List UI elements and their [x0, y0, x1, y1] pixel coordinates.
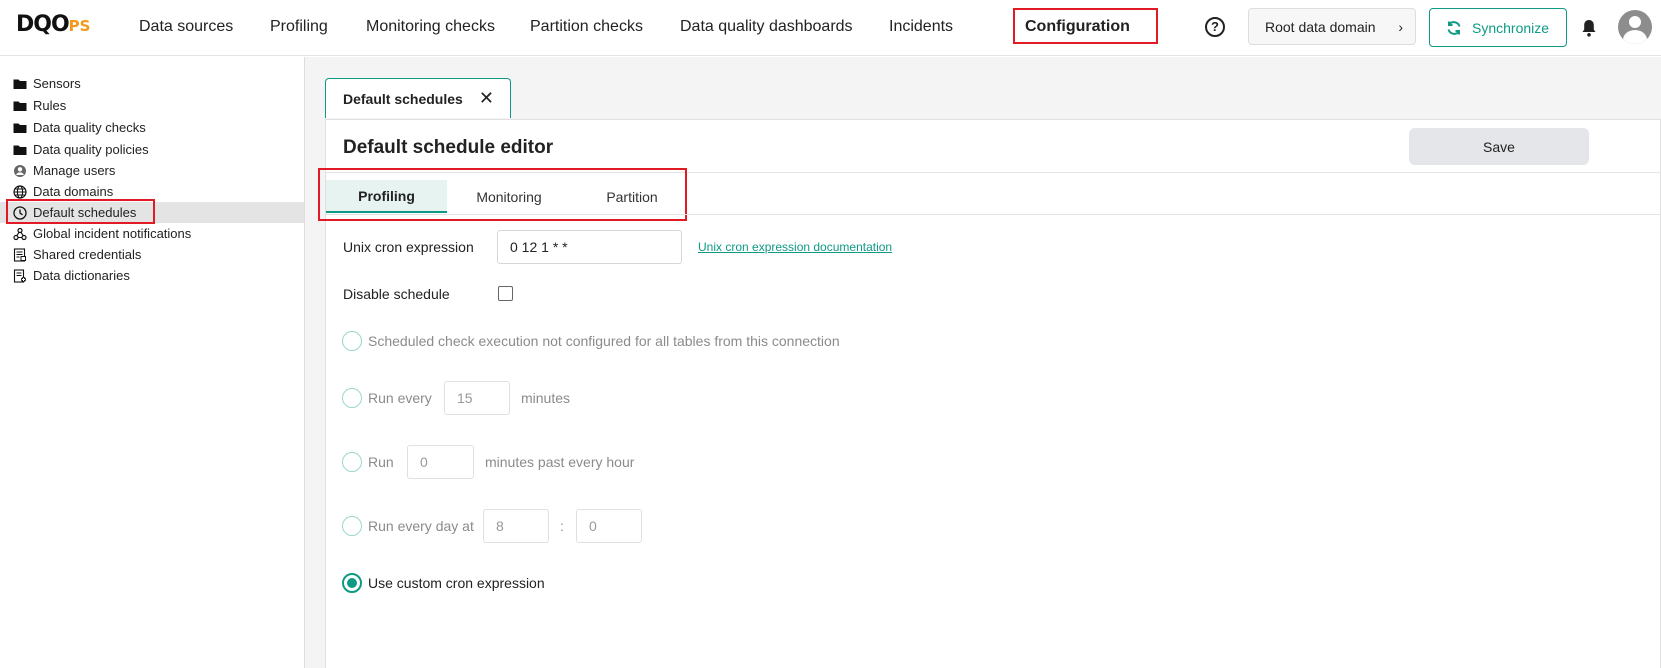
page-title: Default schedule editor: [343, 137, 554, 158]
nav-monitoring-checks[interactable]: Monitoring checks: [360, 8, 495, 46]
bell-icon[interactable]: [1581, 18, 1597, 38]
not-configured-label: Scheduled check execution not configured…: [368, 333, 840, 349]
sidebar-item-label: Default schedules: [33, 205, 137, 220]
sidebar-item-data-domains[interactable]: Data domains: [0, 181, 304, 202]
divider: [326, 172, 1661, 173]
domain-label: Root data domain: [1265, 18, 1376, 35]
help-icon[interactable]: ?: [1205, 17, 1225, 37]
sidebar-item-global-incident-notifications[interactable]: Global incident notifications: [0, 223, 304, 244]
sidebar-item-label: Data quality checks: [33, 120, 146, 135]
avatar[interactable]: [1618, 10, 1652, 44]
folder-icon: [13, 101, 27, 111]
dqops-logo[interactable]: DQOPS: [16, 12, 90, 42]
folder-icon: [13, 79, 27, 89]
nav-label: Data quality dashboards: [680, 18, 853, 35]
subtab-monitoring[interactable]: Monitoring: [447, 180, 571, 213]
nav-partition-checks[interactable]: Partition checks: [524, 8, 643, 46]
schedule-editor-panel: Default schedule editor Save Profiling M…: [318, 119, 1661, 668]
run-every-minutes-input[interactable]: 15: [444, 381, 510, 415]
sidebar-item-data-quality-checks[interactable]: Data quality checks: [0, 117, 304, 138]
save-button[interactable]: Save: [1409, 128, 1589, 165]
custom-cron-label: Use custom cron expression: [368, 575, 545, 591]
daily-minute-input[interactable]: 0: [576, 509, 642, 543]
run-every-label: Run every: [368, 390, 432, 406]
cron-documentation-link[interactable]: Unix cron expression documentation: [698, 240, 892, 254]
nav-label: Partition checks: [530, 18, 643, 35]
minutes-past-label: minutes past every hour: [485, 454, 635, 470]
run-every-day-label: Run every day at: [368, 518, 474, 534]
close-icon[interactable]: ✕: [479, 88, 494, 109]
tab-label: Default schedules: [343, 90, 463, 107]
sidebar-item-label: Manage users: [33, 163, 116, 178]
sidebar-item-label: Data dictionaries: [33, 268, 130, 283]
nav-label: Incidents: [889, 18, 954, 35]
radio-custom-cron[interactable]: [342, 573, 362, 593]
sidebar-item-default-schedules[interactable]: Default schedules: [0, 202, 304, 223]
minutes-label: minutes: [521, 390, 571, 406]
sidebar-item-label: Data domains: [33, 184, 114, 199]
globe-icon: [13, 184, 27, 199]
root-data-domain-button[interactable]: Root data domain ›: [1248, 8, 1416, 45]
sidebar-item-label: Shared credentials: [33, 247, 142, 262]
synchronize-button[interactable]: Synchronize: [1429, 8, 1567, 47]
daily-hour-input[interactable]: 8: [483, 509, 549, 543]
cron-expression-input[interactable]: 0 12 1 * *: [497, 230, 682, 264]
nav-incidents[interactable]: Incidents: [883, 8, 953, 46]
nav-label: Profiling: [270, 18, 328, 35]
disable-schedule-label: Disable schedule: [343, 286, 450, 302]
divider: [326, 214, 1661, 215]
nav-label: Data sources: [139, 18, 234, 35]
nav-data-quality-dashboards[interactable]: Data quality dashboards: [674, 8, 853, 46]
nav-label: Configuration: [1025, 18, 1130, 35]
sidebar-item-label: Data quality policies: [33, 142, 149, 157]
disable-schedule-checkbox[interactable]: [498, 286, 513, 301]
chevron-right-icon: ›: [1398, 19, 1403, 35]
sidebar-item-sensors[interactable]: Sensors: [0, 73, 304, 94]
subtab-partition[interactable]: Partition: [571, 180, 693, 213]
subtab-profiling[interactable]: Profiling: [326, 180, 447, 213]
main-area: Default schedules ✕ Default schedule edi…: [305, 57, 1661, 668]
clock-icon: [13, 205, 27, 220]
radio-run-every-day[interactable]: [342, 516, 362, 536]
nav-profiling[interactable]: Profiling: [264, 8, 328, 46]
sidebar-item-data-dictionaries[interactable]: Data dictionaries: [0, 265, 304, 286]
nav-data-sources[interactable]: Data sources: [133, 8, 233, 46]
sidebar-item-manage-users[interactable]: Manage users: [0, 160, 304, 181]
sidebar-item-data-quality-policies[interactable]: Data quality policies: [0, 139, 304, 160]
time-separator: :: [560, 518, 564, 534]
radio-run-minutes-past[interactable]: [342, 452, 362, 472]
cron-label: Unix cron expression: [343, 239, 474, 255]
folder-icon: [13, 145, 27, 155]
credentials-icon: [13, 247, 26, 262]
folder-icon: [13, 123, 27, 133]
user-icon: [14, 164, 26, 177]
logo-text: DQO: [16, 12, 70, 37]
sidebar-item-label: Global incident notifications: [33, 226, 192, 241]
sync-icon: [1447, 20, 1461, 35]
run-label: Run: [368, 454, 394, 470]
radio-not-configured[interactable]: [342, 331, 362, 351]
sidebar-item-rules[interactable]: Rules: [0, 95, 304, 116]
logo-suffix: PS: [68, 17, 91, 35]
nav-label: Monitoring checks: [366, 18, 495, 35]
run-minutes-past-input[interactable]: 0: [407, 445, 474, 479]
nav-configuration[interactable]: Configuration: [1019, 8, 1130, 46]
sidebar-item-label: Sensors: [33, 76, 81, 91]
sidebar: Sensors Rules Data quality checks Data q…: [0, 57, 305, 668]
sync-label: Synchronize: [1472, 19, 1550, 36]
sidebar-item-label: Rules: [33, 98, 67, 113]
top-bar: DQOPS Data sources Profiling Monitoring …: [0, 0, 1661, 56]
dictionary-icon: [13, 268, 26, 283]
webhook-icon: [13, 227, 27, 240]
radio-run-every[interactable]: [342, 388, 362, 408]
sidebar-item-shared-credentials[interactable]: Shared credentials: [0, 244, 304, 265]
tab-default-schedules[interactable]: Default schedules ✕: [325, 78, 511, 118]
